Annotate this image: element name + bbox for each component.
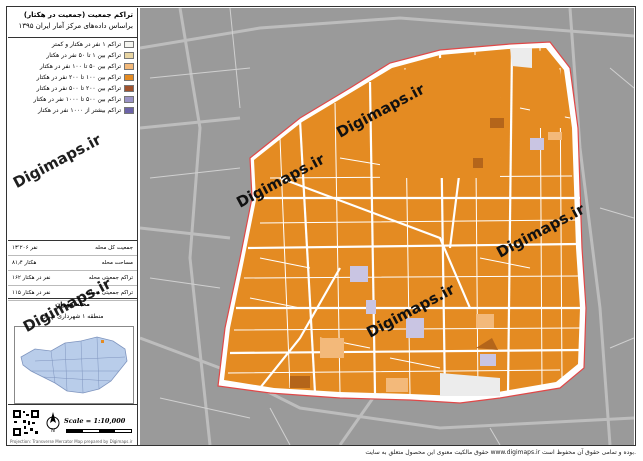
legend-label: تراکم بین ۲۰۰ تا ۵۰۰ نفر در هکتار: [36, 85, 121, 92]
map-graphic: Digimaps.ir Digimaps.ir Digimaps.ir Digi…: [140, 8, 634, 445]
stat-value: ۸۱٫۴ هکتار: [12, 260, 37, 266]
block-light: [548, 132, 562, 140]
block-lavender: [350, 266, 368, 282]
copyright-footer: حقوق مالکیت معنوی این محصول متعلق به سای…: [365, 449, 636, 456]
block-dark: [290, 376, 310, 388]
stat-row: جمعیت کل محله ۱۳٬۲۰۶ نفر: [8, 241, 137, 256]
qr-code-icon: [12, 409, 40, 437]
legend-item: تراکم ۱ نفر در هکتار و کمتر: [8, 39, 137, 50]
tehran-districts-shape: [20, 336, 128, 394]
legend-swatch: [124, 41, 134, 48]
map-credit: Projection: Transverse Mercator Map prep…: [10, 439, 133, 444]
legend-swatch: [124, 107, 134, 114]
block-light: [386, 378, 408, 392]
scale-bar: [66, 429, 132, 433]
title-line-1: تراکم جمعیت (جمعیت در هکتار): [23, 11, 133, 19]
legend-item: تراکم بیشتر از ۱۰۰۰ نفر در هکتار: [8, 105, 137, 116]
legend-swatch: [124, 85, 134, 92]
stat-row: مساحت محله ۸۱٫۴ هکتار: [8, 256, 137, 271]
stat-label: مساحت محله: [101, 260, 133, 266]
legend-item: تراکم بین ۱ تا ۵۰ نفر در هکتار: [8, 50, 137, 61]
locator-map-graphic: [20, 336, 128, 394]
north-arrow-icon: N: [46, 412, 60, 433]
legend-item: تراکم بین ۱۰۰ تا ۲۰۰ نفر در هکتار: [8, 72, 137, 83]
legend-list: تراکم ۱ نفر در هکتار و کمتر تراکم بین ۱ …: [8, 39, 137, 116]
stat-value: ۱۶۲ نفر در هکتار: [12, 275, 51, 281]
title-line-2: براساس داده‌های مرکز آمار ایران ۱۳۹۵: [18, 22, 133, 30]
block-light: [476, 314, 494, 328]
stat-row: تراکم جمعیتی محله ۱۶۲ نفر در هکتار: [8, 271, 137, 286]
scale-text: Scale = 1:10,000: [64, 417, 126, 425]
block-light: [320, 338, 344, 358]
legend-label: تراکم بین ۵۰ تا ۱۰۰ نفر در هکتار: [39, 63, 121, 70]
legend-label: تراکم بین ۱ تا ۵۰ نفر در هکتار: [46, 52, 121, 59]
legend-label: تراکم ۱ نفر در هکتار و کمتر: [51, 41, 121, 48]
legend-label: تراکم بیشتر از ۱۰۰۰ نفر در هکتار: [38, 107, 121, 114]
legend-panel: تراکم جمعیت (جمعیت در هکتار) براساس داده…: [8, 8, 138, 445]
legend-swatch: [124, 96, 134, 103]
legend-item: تراکم بین ۲۰۰ تا ۵۰۰ نفر در هکتار: [8, 83, 137, 94]
legend-swatch: [124, 52, 134, 59]
legend-label: تراکم بین ۱۰۰ تا ۲۰۰ نفر در هکتار: [36, 74, 121, 81]
legend-label: تراکم بین ۵۰۰ تا ۱۰۰۰ نفر در هکتار: [33, 96, 121, 103]
map-title: تراکم جمعیت (جمعیت در هکتار) براساس داده…: [8, 8, 137, 38]
open-space: [510, 48, 532, 68]
scale-box: N Scale = 1:10,000 Projection: Transvers…: [8, 404, 137, 445]
legend-swatch: [124, 63, 134, 70]
stat-label: جمعیت کل محله: [95, 245, 133, 251]
block-lavender: [530, 138, 544, 150]
block-dark: [473, 158, 483, 168]
legend-item: تراکم بین ۵۰۰ تا ۱۰۰۰ نفر در هکتار: [8, 94, 137, 105]
map-canvas[interactable]: Digimaps.ir Digimaps.ir Digimaps.ir Digi…: [140, 8, 634, 445]
legend-item: تراکم بین ۵۰ تا ۱۰۰ نفر در هکتار: [8, 61, 137, 72]
legend-swatch: [124, 74, 134, 81]
stat-value: ۱۳٬۲۰۶ نفر: [12, 245, 38, 251]
block-lavender: [480, 354, 496, 366]
neighborhood-marker: [101, 340, 104, 343]
block-lavender: [366, 300, 376, 314]
locator-map: [14, 326, 134, 404]
svg-text:N: N: [51, 428, 55, 433]
block-dark: [490, 118, 504, 128]
